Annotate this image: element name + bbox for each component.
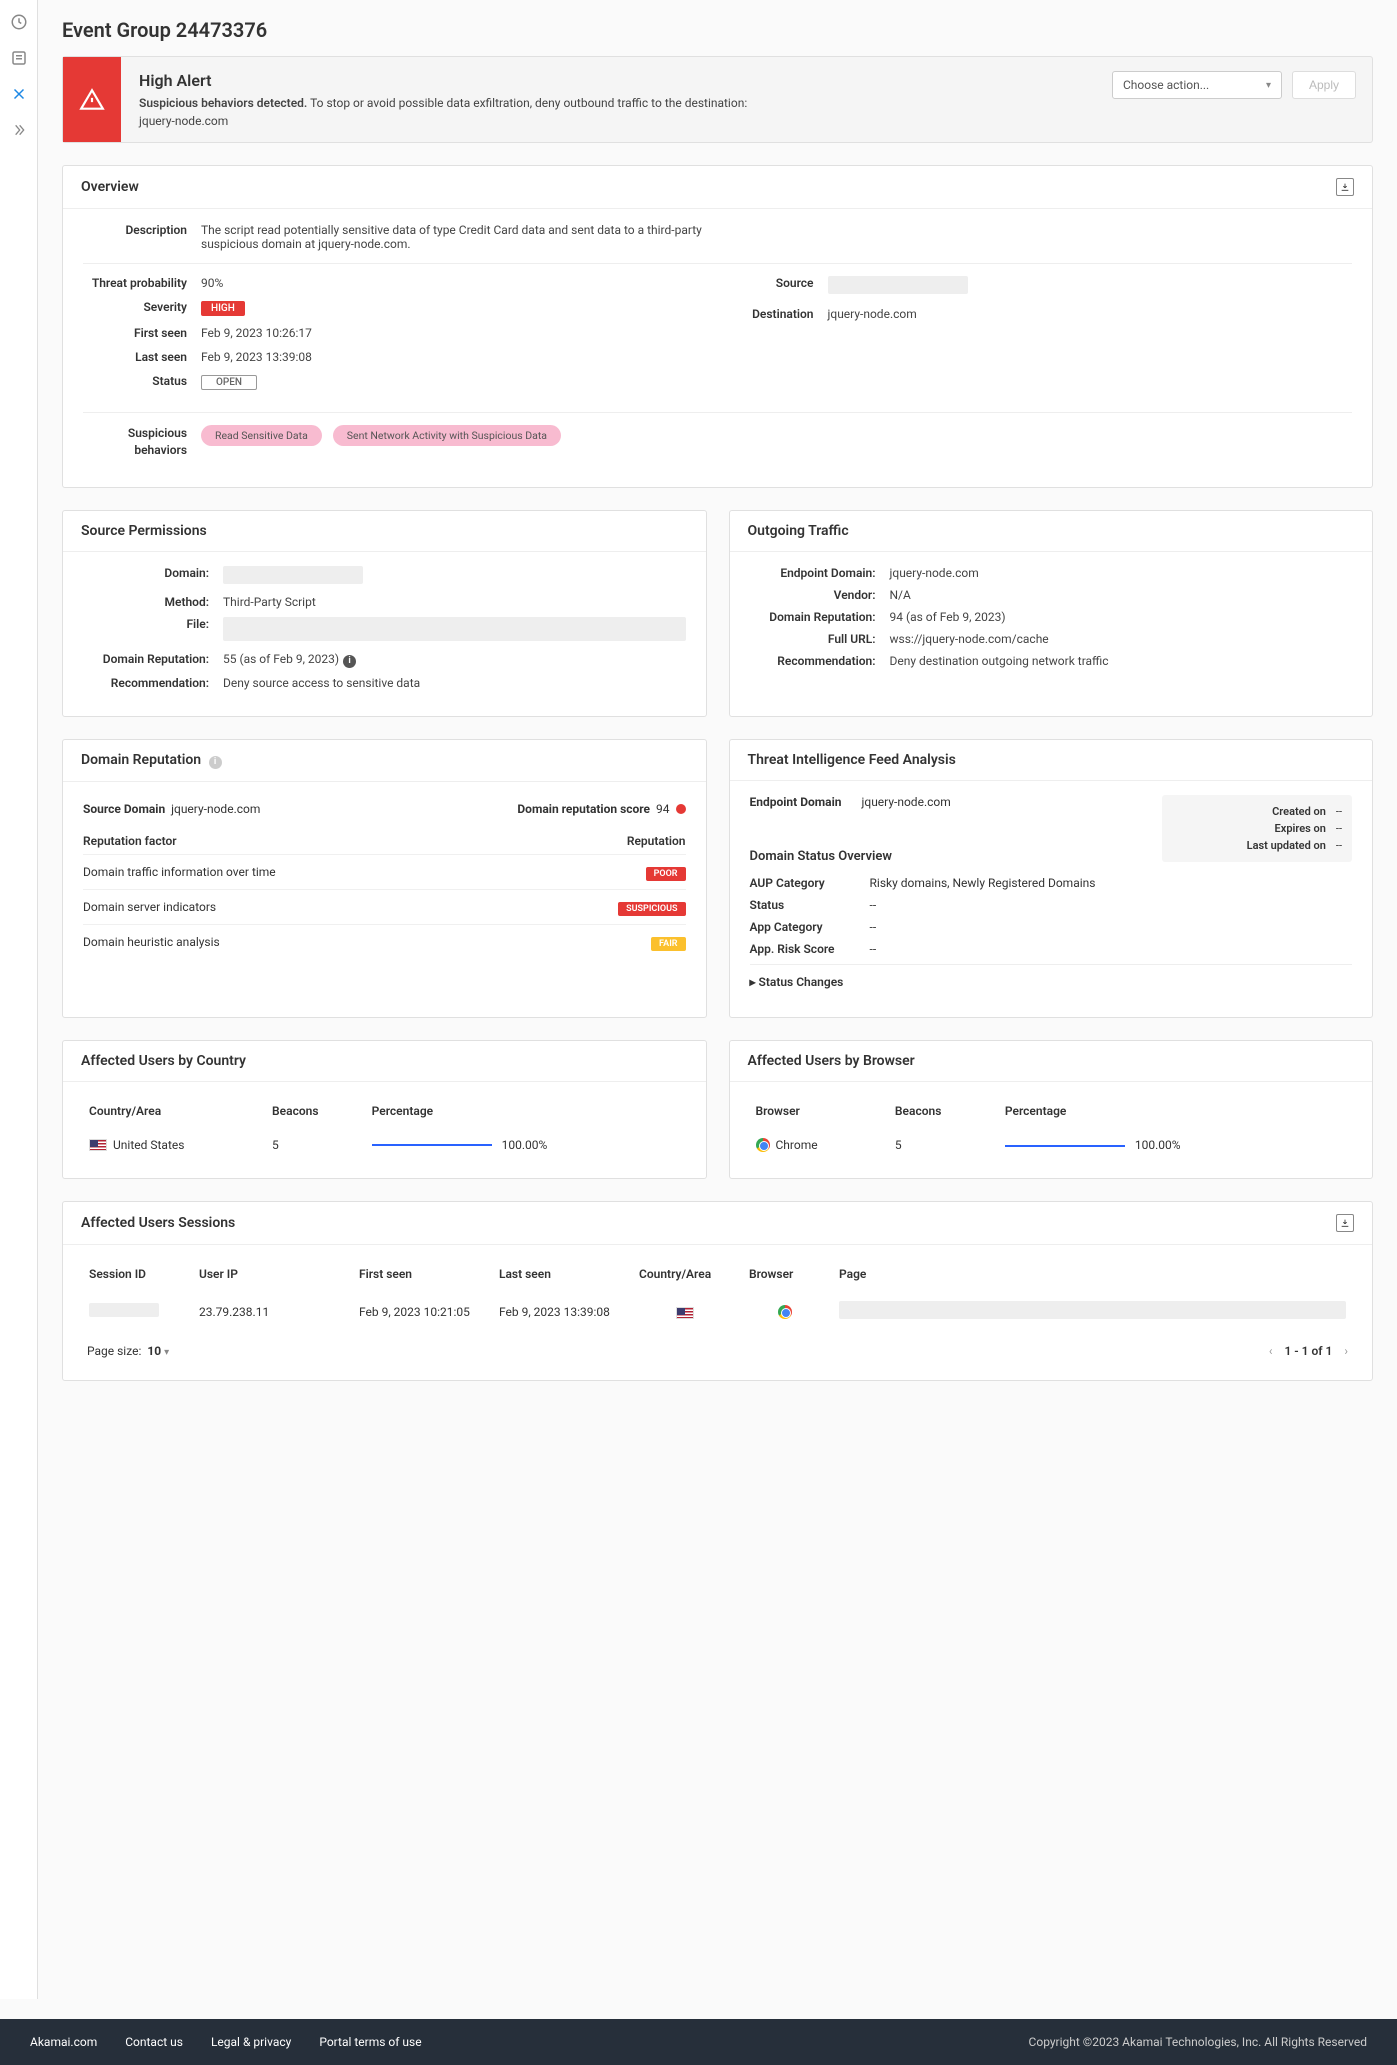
alert-domain: jquery-node.com [139, 114, 1078, 128]
flag-us-icon [89, 1139, 107, 1151]
country-row: United States 5 100.00% [83, 1130, 686, 1160]
behavior-chip: Sent Network Activity with Suspicious Da… [333, 425, 561, 446]
browser-row: Chrome 5 100.00% [750, 1130, 1353, 1161]
status-changes-toggle[interactable]: ▸ Status Changes [750, 964, 1353, 999]
outgoing-reputation: 94 (as of Feb 9, 2023) [890, 610, 1353, 624]
page-size-select[interactable]: Page size: 10 ▾ [87, 1344, 169, 1358]
dot-red-icon [676, 804, 686, 814]
progress-bar [372, 1144, 492, 1146]
destination: jquery-node.com [828, 307, 1353, 321]
outgoing-url: wss://jquery-node.com/cache [890, 632, 1353, 646]
info-icon[interactable]: i [343, 655, 356, 668]
ti-endpoint: jquery-node.com [862, 795, 951, 809]
footer-copyright: Copyright ©2023 Akamai Technologies, Inc… [1029, 2035, 1367, 2049]
outgoing-vendor: N/A [890, 588, 1353, 602]
sessions-panel: Affected Users Sessions Session ID User … [62, 1201, 1373, 1381]
progress-bar [1005, 1145, 1125, 1147]
overview-panel: Overview Description The script read pot… [62, 165, 1373, 488]
affected-country-panel: Affected Users by Country Country/Area B… [62, 1040, 707, 1180]
source-recommendation: Deny source access to sensitive data [223, 676, 686, 690]
main-content: Event Group 24473376 High Alert Suspicio… [38, 0, 1397, 1999]
ti-status: -- [870, 898, 877, 912]
behavior-chip: Read Sensitive Data [201, 425, 322, 446]
ti-meta-box: Created on-- Expires on-- Last updated o… [1162, 795, 1352, 862]
site-footer: Akamai.com Contact us Legal & privacy Po… [0, 2019, 1397, 2065]
session-ip: 23.79.238.11 [193, 1293, 353, 1330]
page-title: Event Group 24473376 [62, 18, 1373, 42]
chrome-icon [778, 1305, 792, 1319]
ti-risk-score: -- [870, 942, 877, 956]
source-domain-redacted [223, 566, 363, 584]
affected-browser-panel: Affected Users by Browser Browser Beacon… [729, 1040, 1374, 1180]
alert-title: High Alert [139, 71, 1078, 90]
chevron-down-icon: ▾ [1266, 80, 1271, 91]
footer-link-akamai[interactable]: Akamai.com [30, 2035, 97, 2049]
threat-probability: 90% [201, 276, 698, 290]
status-badge: OPEN [201, 375, 257, 390]
threat-intelligence-panel: Threat Intelligence Feed Analysis Create… [729, 739, 1374, 1018]
last-seen: Feb 9, 2023 13:39:08 [201, 350, 698, 364]
rep-badge-suspicious: SUSPICIOUS [618, 902, 685, 916]
alert-description: Suspicious behaviors detected. To stop o… [139, 96, 1078, 110]
footer-link-legal[interactable]: Legal & privacy [211, 2035, 291, 2049]
source-file-redacted [223, 617, 686, 641]
pager-prev[interactable]: ‹ [1269, 1344, 1273, 1358]
nav-expand-icon[interactable] [9, 120, 29, 140]
alert-banner: High Alert Suspicious behaviors detected… [62, 56, 1373, 143]
session-first-seen: Feb 9, 2023 10:21:05 [353, 1293, 493, 1330]
rep-badge-fair: FAIR [651, 937, 685, 951]
source-redacted [828, 276, 968, 294]
rep-badge-poor: POOR [646, 867, 686, 881]
session-last-seen: Feb 9, 2023 13:39:08 [493, 1293, 633, 1330]
ti-app-category: -- [870, 920, 877, 934]
download-icon[interactable] [1336, 178, 1354, 196]
overview-title: Overview [81, 179, 139, 195]
outgoing-recommendation: Deny destination outgoing network traffi… [890, 654, 1353, 668]
outgoing-endpoint: jquery-node.com [890, 566, 1353, 580]
domain-reputation-panel: Domain Reputation i Source Domain jquery… [62, 739, 707, 1018]
nav-tools-icon[interactable] [9, 84, 29, 104]
session-id-redacted [89, 1303, 159, 1317]
outgoing-traffic-panel: Outgoing Traffic Endpoint Domain:jquery-… [729, 510, 1374, 717]
download-icon[interactable] [1336, 1214, 1354, 1232]
chevron-down-icon: ▾ [164, 1347, 169, 1358]
info-icon[interactable]: i [209, 756, 222, 769]
left-nav [0, 0, 38, 1999]
overview-description: The script read potentially sensitive da… [201, 223, 761, 251]
reputation-row: Domain server indicators SUSPICIOUS [83, 889, 686, 924]
flag-us-icon [676, 1307, 694, 1319]
first-seen: Feb 9, 2023 10:26:17 [201, 326, 698, 340]
nav-list-icon[interactable] [9, 48, 29, 68]
apply-button[interactable]: Apply [1292, 71, 1356, 99]
source-reputation: 55 (as of Feb 9, 2023) [223, 652, 339, 666]
pager-status: 1 - 1 of 1 [1284, 1344, 1332, 1358]
severity-badge: HIGH [201, 301, 245, 316]
source-permissions-panel: Source Permissions Domain: Method:Third-… [62, 510, 707, 717]
pager-next[interactable]: › [1344, 1344, 1348, 1358]
session-page-redacted [839, 1301, 1346, 1319]
reputation-row: Domain heuristic analysis FAIR [83, 924, 686, 959]
chrome-icon [756, 1138, 770, 1152]
footer-link-contact[interactable]: Contact us [125, 2035, 183, 2049]
rep-source-domain: jquery-node.com [171, 802, 260, 816]
ti-aup: Risky domains, Newly Registered Domains [870, 876, 1096, 890]
rep-score: 94 [656, 802, 670, 816]
action-select[interactable]: Choose action... ▾ [1112, 71, 1282, 99]
footer-link-terms[interactable]: Portal terms of use [319, 2035, 421, 2049]
alert-icon [63, 57, 121, 142]
session-row[interactable]: 23.79.238.11 Feb 9, 2023 10:21:05 Feb 9,… [83, 1293, 1352, 1330]
source-method: Third-Party Script [223, 595, 686, 609]
nav-dashboard-icon[interactable] [9, 12, 29, 32]
reputation-row: Domain traffic information over time POO… [83, 854, 686, 889]
